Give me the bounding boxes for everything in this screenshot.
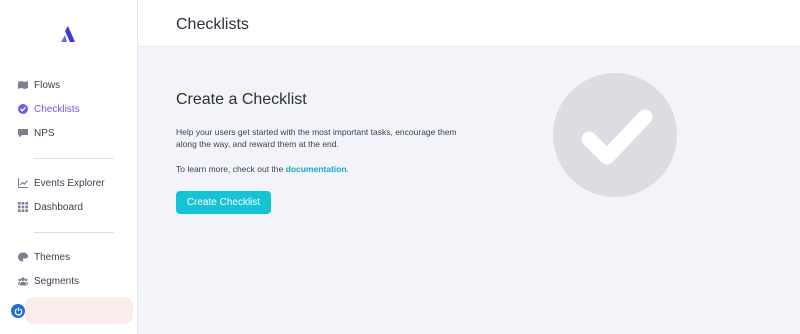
learn-more-text: To learn more, check out the documentati… <box>176 164 349 174</box>
users-icon <box>18 276 28 286</box>
sidebar: Flows Checklists NPS Events Explorer Das… <box>0 0 138 334</box>
sidebar-divider <box>34 232 114 233</box>
chart-icon <box>18 178 28 188</box>
power-icon[interactable] <box>11 304 25 318</box>
account-pill[interactable] <box>25 297 133 324</box>
map-icon <box>18 80 28 90</box>
sidebar-item-checklists[interactable]: Checklists <box>18 100 80 118</box>
sidebar-item-label: Segments <box>34 275 80 287</box>
sidebar-item-flows[interactable]: Flows <box>18 76 60 94</box>
sidebar-divider <box>34 158 114 159</box>
sidebar-item-nps[interactable]: NPS <box>18 124 55 142</box>
sidebar-item-themes[interactable]: Themes <box>18 248 70 266</box>
sidebar-item-label: NPS <box>34 127 55 139</box>
chat-icon <box>18 128 28 138</box>
sidebar-item-label: Checklists <box>34 103 80 115</box>
page-title: Checklists <box>176 16 249 33</box>
grid-icon <box>18 202 28 212</box>
sidebar-item-label: Flows <box>34 79 61 91</box>
checkmark-illustration-icon <box>553 73 677 197</box>
app-logo-icon[interactable] <box>59 25 77 43</box>
sidebar-item-label: Dashboard <box>34 201 83 213</box>
empty-state-description: Help your users get started with the mos… <box>176 127 457 149</box>
empty-state-title: Create a Checklist <box>176 91 307 108</box>
sidebar-item-events-explorer[interactable]: Events Explorer <box>18 174 105 192</box>
palette-icon <box>18 252 28 262</box>
page-header: Checklists <box>138 0 800 47</box>
create-checklist-button[interactable]: Create Checklist <box>176 191 271 214</box>
sidebar-item-segments[interactable]: Segments <box>18 272 79 290</box>
check-circle-icon <box>18 104 28 114</box>
sidebar-item-label: Themes <box>34 251 71 263</box>
documentation-link[interactable]: documentation <box>286 164 347 174</box>
sidebar-item-label: Events Explorer <box>34 177 105 189</box>
sidebar-item-dashboard[interactable]: Dashboard <box>18 198 83 216</box>
